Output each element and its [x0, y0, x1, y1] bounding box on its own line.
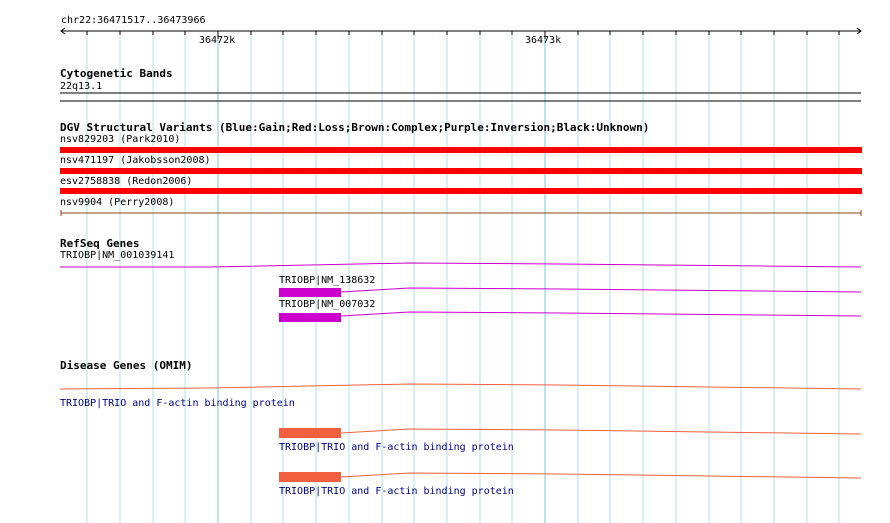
gene-model [340, 311, 862, 317]
variant-label[interactable]: esv2758838 (Redon2006) [60, 176, 192, 187]
variant-bar [60, 168, 862, 174]
ruler-tick-label: 36473k [525, 35, 562, 46]
omim-exon [279, 472, 341, 482]
track-title-cytobands: Cytogenetic Bands [60, 67, 173, 80]
track-title-omim: Disease Genes (OMIM) [60, 359, 193, 372]
omim-gene-label[interactable]: TRIOBP|TRIO and F-actin binding protein [279, 486, 514, 497]
gene-label[interactable]: TRIOBP|NM_007032 [279, 299, 375, 310]
cytoband-label[interactable]: 22q13.1 [60, 81, 102, 92]
track-title-dgv: DGV Structural Variants (Blue:Gain;Red:L… [60, 121, 650, 134]
omim-gene-label[interactable]: TRIOBP|TRIO and F-actin binding protein [279, 442, 514, 453]
variant-label[interactable]: nsv471197 (Jakobsson2008) [60, 155, 211, 166]
ruler-tick-label: 36472k [199, 35, 236, 46]
variant-bar [60, 147, 862, 153]
ruler-range: chr22:36471517..36473966 [61, 15, 206, 26]
variant-bar [60, 188, 862, 194]
gene-model [340, 287, 862, 293]
omim-model [340, 472, 862, 479]
variant-label[interactable]: nsv829203 (Park2010) [60, 134, 180, 145]
track-title-refseq: RefSeq Genes [60, 237, 140, 250]
gene-exon [279, 313, 341, 322]
gene-exon [279, 288, 341, 297]
omim-exon [279, 428, 341, 438]
omim-gene-label[interactable]: TRIOBP|TRIO and F-actin binding protein [60, 398, 295, 409]
variant-label[interactable]: nsv9904 (Perry2008) [60, 197, 174, 208]
omim-model [340, 428, 862, 435]
gene-label[interactable]: TRIOBP|NM_138632 [279, 275, 375, 286]
gene-label[interactable]: TRIOBP|NM_001039141 [60, 250, 174, 261]
